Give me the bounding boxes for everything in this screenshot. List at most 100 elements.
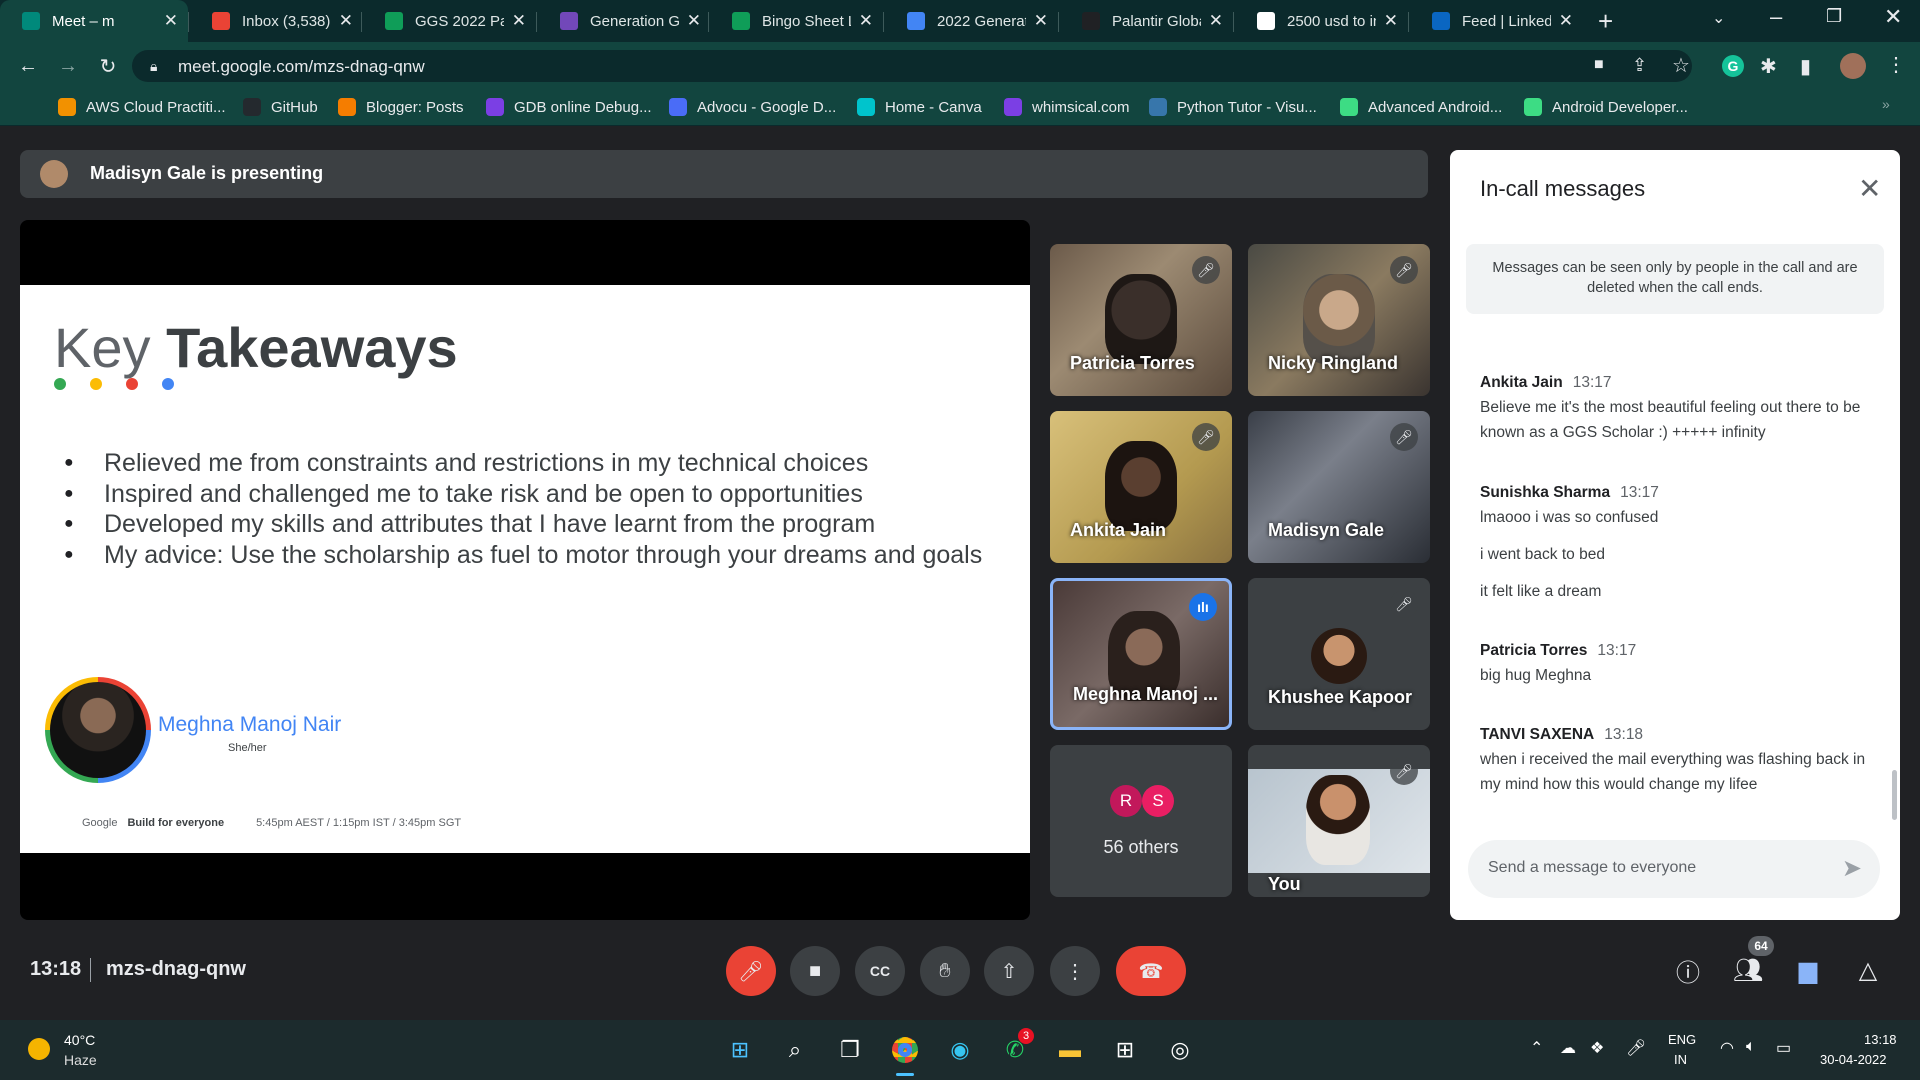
more-options-button[interactable]: ⋮ bbox=[1050, 946, 1100, 996]
chrome-icon[interactable] bbox=[887, 1032, 923, 1068]
whimsical-icon bbox=[1004, 98, 1022, 116]
edge-icon[interactable]: ◉ bbox=[942, 1032, 978, 1068]
microphone-icon[interactable]: 🎤︎ bbox=[1626, 1038, 1646, 1058]
tab[interactable]: Inbox (3,538) ✕ bbox=[190, 0, 363, 42]
participant-tile-you[interactable]: 🎤︎ You bbox=[1248, 745, 1430, 897]
bookmark-item[interactable]: Advocu - Google D... bbox=[669, 96, 836, 118]
meeting-details-icon[interactable]: ⓘ bbox=[1670, 952, 1706, 988]
language-en[interactable]: ENG bbox=[1668, 1032, 1696, 1047]
close-window-button[interactable]: ✕ bbox=[1884, 4, 1902, 30]
tab-close-icon[interactable]: ✕ bbox=[339, 11, 353, 31]
dropbox-icon[interactable]: ❖ bbox=[1590, 1038, 1604, 1058]
participant-tile-khushee-kapoor[interactable]: 🎤︎ Khushee Kapoor bbox=[1248, 578, 1430, 730]
profile-avatar[interactable] bbox=[1840, 53, 1866, 79]
tab-close-icon[interactable]: ✕ bbox=[687, 11, 701, 31]
bookmark-item[interactable]: Advanced Android... bbox=[1340, 96, 1502, 118]
microsoft-store-icon[interactable]: ⊞ bbox=[1107, 1032, 1143, 1068]
back-icon[interactable]: ← bbox=[14, 52, 42, 80]
file-explorer-icon[interactable]: ▬ bbox=[1052, 1032, 1088, 1068]
tab-close-icon[interactable]: ✕ bbox=[859, 11, 873, 31]
chat-icon[interactable]: ▆ bbox=[1790, 952, 1826, 988]
windows-start-icon[interactable]: ⊞ bbox=[722, 1032, 758, 1068]
wifi-icon[interactable]: ◠ bbox=[1720, 1038, 1734, 1058]
bookmark-item[interactable]: GDB online Debug... bbox=[486, 96, 652, 118]
tray-overflow-icon[interactable]: ⌃ bbox=[1530, 1038, 1543, 1058]
participant-tile-meghna-manoj[interactable]: ılı Meghna Manoj ... bbox=[1050, 578, 1232, 730]
people-icon[interactable]: 👥︎ bbox=[1730, 952, 1766, 988]
system-time[interactable]: 13:18 bbox=[1864, 1032, 1897, 1047]
chat-input-placeholder: Send a message to everyone bbox=[1488, 859, 1697, 876]
mic-off-button[interactable]: 🎤︎ bbox=[726, 946, 776, 996]
bookmark-star-icon[interactable]: ☆ bbox=[1672, 53, 1690, 78]
bookmark-item[interactable]: Android Developer... bbox=[1524, 96, 1688, 118]
tab[interactable]: GGS 2022 Paw ✕ bbox=[363, 0, 536, 42]
participant-tile-nicky-ringland[interactable]: 🎤︎ Nicky Ringland bbox=[1248, 244, 1430, 396]
language-in[interactable]: IN bbox=[1674, 1052, 1687, 1067]
lock-icon[interactable]: 🔒︎ bbox=[150, 58, 157, 75]
tab[interactable]: Bingo Sheet Li ✕ bbox=[710, 0, 883, 42]
participant-tile-patricia-torres[interactable]: 🎤︎ Patricia Torres bbox=[1050, 244, 1232, 396]
tab[interactable]: Generation Go ✕ bbox=[538, 0, 711, 42]
weather-icon[interactable] bbox=[28, 1038, 50, 1060]
extensions-icon[interactable]: ✱ bbox=[1760, 54, 1777, 79]
tab[interactable]: 2022 Generati ✕ bbox=[885, 0, 1058, 42]
tab-title: GGS 2022 Paw bbox=[415, 12, 504, 30]
system-date[interactable]: 30-04-2022 bbox=[1820, 1052, 1887, 1067]
restore-button[interactable]: ❐ bbox=[1826, 6, 1842, 27]
volume-icon[interactable]: 🔈︎ bbox=[1746, 1038, 1756, 1056]
weather-desc[interactable]: Haze bbox=[64, 1052, 97, 1068]
camera-button[interactable]: ■ bbox=[790, 946, 840, 996]
tab-close-icon[interactable]: ✕ bbox=[512, 11, 526, 31]
url-text[interactable]: meet.google.com/mzs-dnag-qnw bbox=[178, 57, 425, 77]
participant-tile-ankita-jain[interactable]: 🎤︎ Ankita Jain bbox=[1050, 411, 1232, 563]
bookmark-item[interactable]: whimsical.com bbox=[1004, 96, 1130, 118]
app-icon[interactable]: ◎ bbox=[1162, 1032, 1198, 1068]
tab-close-icon[interactable]: ✕ bbox=[1559, 11, 1573, 31]
bookmark-item[interactable]: Python Tutor - Visu... bbox=[1149, 96, 1317, 118]
grammarly-icon[interactable]: G bbox=[1722, 55, 1744, 77]
battery-icon[interactable]: ▭ bbox=[1776, 1038, 1791, 1058]
tab[interactable]: 2500 usd to in ✕ bbox=[1235, 0, 1408, 42]
chat-input[interactable]: Send a message to everyone ➤ bbox=[1468, 840, 1880, 898]
close-icon[interactable]: ✕ bbox=[1858, 172, 1881, 205]
participant-tile-madisyn-gale[interactable]: 🎤︎ Madisyn Gale bbox=[1248, 411, 1430, 563]
task-view-icon[interactable]: ❐ bbox=[832, 1032, 868, 1068]
new-tab-button[interactable]: + bbox=[1598, 6, 1613, 37]
reload-icon[interactable]: ↻ bbox=[94, 52, 122, 80]
forward-icon[interactable]: → bbox=[54, 52, 82, 80]
camera-in-use-icon[interactable]: ■ bbox=[1594, 56, 1604, 74]
bookmark-label: AWS Cloud Practiti... bbox=[86, 98, 226, 116]
bookmark-item[interactable]: GitHub bbox=[243, 96, 318, 118]
search-icon[interactable]: ⌕ bbox=[777, 1032, 813, 1068]
bookmark-item[interactable]: Home - Canva bbox=[857, 96, 982, 118]
raise-hand-button[interactable]: ✋︎ bbox=[920, 946, 970, 996]
tab-close-icon[interactable]: ✕ bbox=[164, 11, 178, 31]
participant-tile-others[interactable]: R S 56 others bbox=[1050, 745, 1232, 897]
captions-button[interactable]: CC bbox=[855, 946, 905, 996]
tab-title: Palantir Globa bbox=[1112, 12, 1201, 30]
share-icon[interactable]: ⇪ bbox=[1632, 55, 1647, 76]
bookmark-item[interactable]: AWS Cloud Practiti... bbox=[58, 96, 225, 118]
chrome-menu-icon[interactable]: ⋮ bbox=[1886, 52, 1906, 77]
side-panel-icon[interactable]: ▮ bbox=[1800, 54, 1811, 79]
participant-avatar bbox=[1311, 628, 1367, 684]
present-now-button[interactable]: ⇧ bbox=[984, 946, 1034, 996]
send-icon[interactable]: ➤ bbox=[1842, 854, 1862, 883]
tab-search-icon[interactable]: ⌄ bbox=[1712, 8, 1725, 28]
tab-close-icon[interactable]: ✕ bbox=[1384, 11, 1398, 31]
tab-close-icon[interactable]: ✕ bbox=[1209, 11, 1223, 31]
weather-temp[interactable]: 40°C bbox=[64, 1032, 95, 1048]
bookmark-item[interactable]: Blogger: Posts bbox=[338, 96, 464, 118]
tab-separator bbox=[1058, 12, 1059, 32]
tray-app-icon[interactable]: ☁︎ bbox=[1560, 1038, 1576, 1058]
tab[interactable]: Meet – m ✕ bbox=[0, 0, 188, 42]
tab[interactable]: Palantir Globa ✕ bbox=[1060, 0, 1233, 42]
tab[interactable]: Feed | LinkedIn ✕ bbox=[1410, 0, 1583, 42]
chat-scrollbar[interactable] bbox=[1892, 770, 1897, 820]
tab-close-icon[interactable]: ✕ bbox=[1034, 11, 1048, 31]
activities-icon[interactable]: △ bbox=[1850, 952, 1886, 988]
bookmarks-overflow-icon[interactable]: » bbox=[1882, 96, 1890, 112]
minimize-button[interactable]: – bbox=[1770, 4, 1782, 30]
bookmark-label: GitHub bbox=[271, 98, 318, 116]
leave-call-button[interactable]: ☎︎ bbox=[1116, 946, 1186, 996]
